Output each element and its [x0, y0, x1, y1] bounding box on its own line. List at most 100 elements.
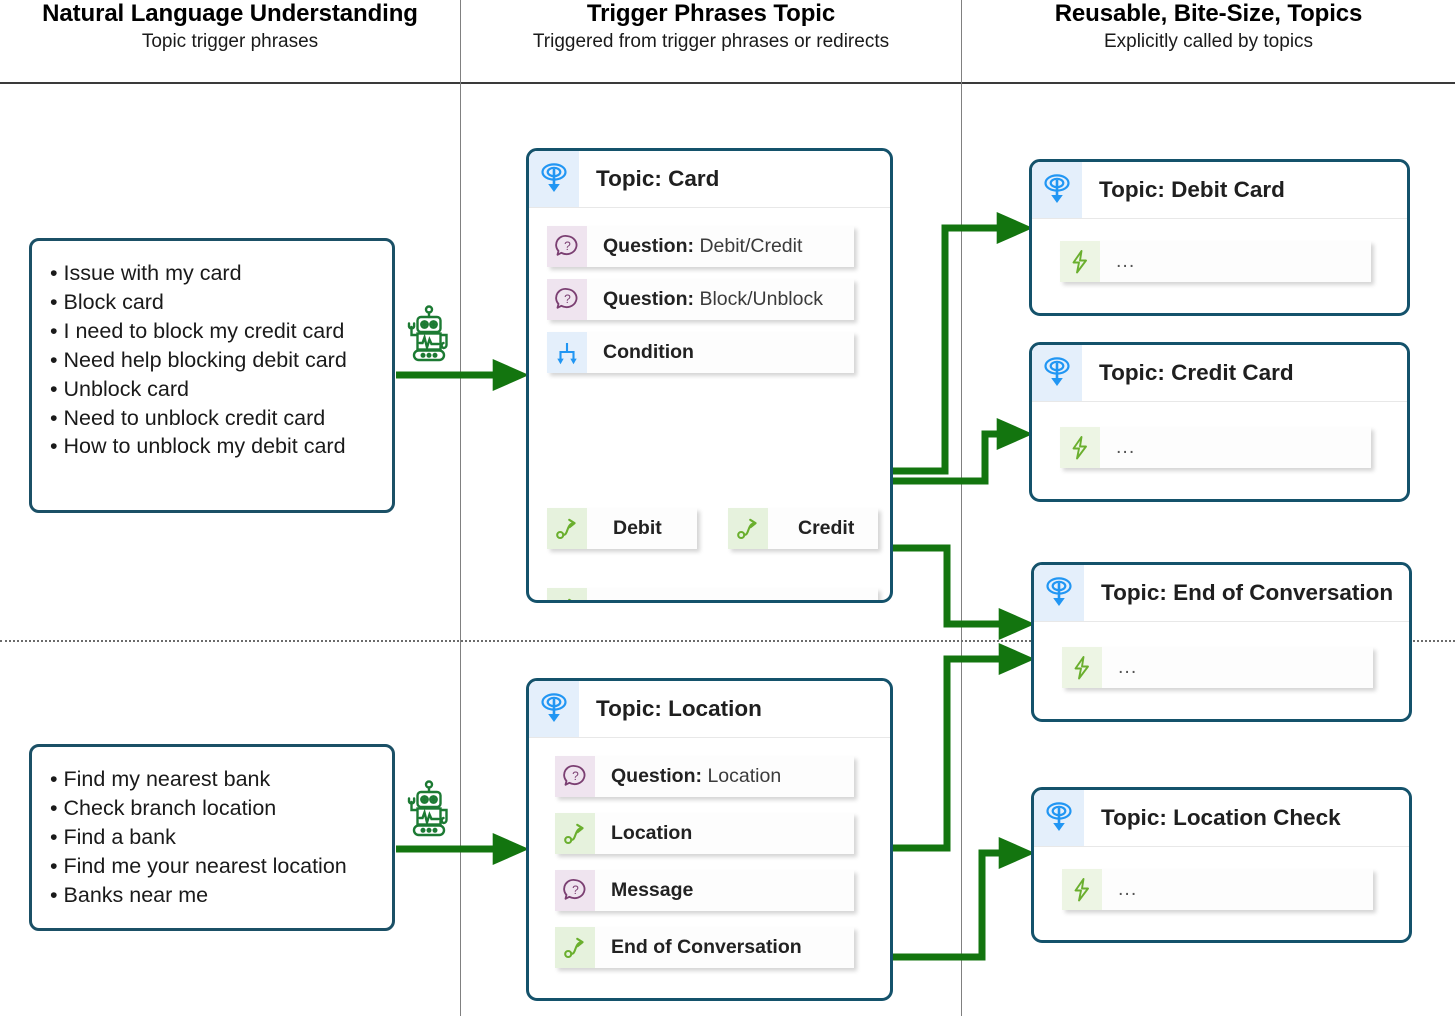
column-title: Natural Language Understanding	[42, 0, 418, 27]
question-bubble-icon: ?	[547, 279, 587, 320]
topic-title: Topic: Credit Card	[1099, 360, 1294, 385]
node-action-label: ...	[1118, 656, 1138, 678]
wire-debit-to-debit-card	[893, 211, 1034, 475]
redirect-arrow-icon	[547, 508, 587, 549]
wire-card-eoc-to-eoc-topic	[876, 544, 1036, 641]
node-question-location[interactable]: ? Question: Location	[555, 756, 854, 797]
question-bubble-icon: ?	[547, 226, 587, 267]
column-title: Trigger Phrases Topic	[586, 0, 836, 27]
column-divider-2	[961, 0, 962, 1016]
node-action[interactable]: ...	[1062, 869, 1373, 910]
topic-body: ? Question: Location Location ? Message …	[529, 738, 890, 984]
node-redirect-end-of-conversation[interactable]: End of Conversation	[547, 588, 878, 600]
topic-icon	[529, 681, 579, 737]
topic-panel-debit-card[interactable]: Topic: Debit Card ...	[1029, 159, 1410, 316]
topic-header: Topic: Location	[529, 681, 890, 738]
phrase-list: Issue with my card Block card I need to …	[50, 259, 376, 461]
node-redirect-end-of-conversation[interactable]: End of Conversation	[555, 927, 854, 968]
node-action[interactable]: ...	[1060, 241, 1371, 282]
topic-body: ? Question: Debit/Credit ? Question: Blo…	[529, 208, 890, 600]
node-kind-label: Condition	[603, 341, 694, 363]
node-message[interactable]: ? Message	[555, 870, 854, 911]
svg-text:?: ?	[564, 292, 571, 306]
redirect-arrow-icon	[555, 927, 595, 968]
question-bubble-icon: ?	[555, 756, 595, 797]
phrase-item: Block card	[50, 288, 376, 317]
wire-credit-to-credit-card	[893, 417, 1034, 485]
action-bolt-icon	[1062, 869, 1102, 910]
action-bolt-icon	[1060, 241, 1100, 282]
node-kind-label: Question	[603, 235, 688, 257]
node-kind-label: Debit	[613, 517, 662, 539]
node-kind-label: Question	[611, 765, 696, 787]
wire-location-to-eoc-topic	[876, 642, 1036, 852]
phrase-item: Check branch location	[50, 794, 376, 823]
topic-panel-credit-card[interactable]: Topic: Credit Card ...	[1029, 342, 1410, 502]
phrase-item: Find a bank	[50, 823, 376, 852]
phrase-item: How to unblock my debit card	[50, 432, 376, 461]
svg-text:?: ?	[564, 239, 571, 253]
column-title: Reusable, Bite-Size, Topics	[1054, 0, 1363, 27]
phrase-item: Banks near me	[50, 881, 376, 910]
node-kind-label: Location	[611, 822, 693, 844]
node-kind-label: End of Conversation	[611, 936, 802, 958]
topic-header: Topic: Debit Card	[1032, 162, 1407, 219]
node-action[interactable]: ...	[1060, 427, 1371, 468]
node-question-block-unblock[interactable]: ? Question: Block/Unblock	[547, 279, 854, 320]
node-redirect-credit[interactable]: Credit	[728, 508, 878, 549]
node-condition[interactable]: Condition	[547, 332, 854, 373]
redirect-arrow-icon	[728, 508, 768, 549]
topic-header: Topic: Location Check	[1034, 790, 1409, 847]
phrase-item: Issue with my card	[50, 259, 376, 288]
topic-title: Topic: End of Conversation	[1101, 580, 1394, 605]
node-redirect-location[interactable]: Location	[555, 813, 854, 854]
node-kind-label: Credit	[798, 517, 855, 539]
question-bubble-icon: ?	[555, 870, 595, 911]
condition-branch-icon	[547, 332, 587, 373]
trigger-phrases-box-location: Find my nearest bank Check branch locati…	[29, 744, 395, 931]
node-question-debit-credit[interactable]: ? Question: Debit/Credit	[547, 226, 854, 267]
topic-title: Topic: Debit Card	[1099, 177, 1285, 202]
topic-title: Topic: Location	[596, 696, 762, 721]
topic-header: Topic: Card	[529, 151, 890, 208]
node-value: Block/Unblock	[699, 288, 823, 310]
topic-body: ...	[1032, 402, 1407, 468]
action-bolt-icon	[1062, 647, 1102, 688]
phrase-list: Find my nearest bank Check branch locati…	[50, 765, 376, 910]
node-action-label: ...	[1116, 436, 1136, 458]
column-subtitle: Explicitly called by topics	[1103, 30, 1314, 52]
redirect-arrow-icon	[547, 588, 587, 600]
node-redirect-debit[interactable]: Debit	[547, 508, 697, 549]
topic-title: Topic: Card	[596, 166, 720, 191]
column-header-reusable-topics: Reusable, Bite-Size, Topics Explicitly c…	[962, 0, 1455, 54]
node-kind-label: Question	[603, 288, 688, 310]
redirect-arrow-icon	[555, 813, 595, 854]
topic-panel-location-check[interactable]: Topic: Location Check ...	[1031, 787, 1412, 943]
topic-body: ...	[1034, 847, 1409, 910]
column-subtitle: Triggered from trigger phrases or redire…	[532, 30, 890, 52]
phrase-item: Unblock card	[50, 375, 376, 404]
bot-robot-icon	[406, 780, 452, 843]
svg-text:?: ?	[572, 883, 579, 897]
trigger-phrases-box-card: Issue with my card Block card I need to …	[29, 238, 395, 513]
topic-panel-end-of-conversation[interactable]: Topic: End of Conversation ...	[1031, 562, 1412, 722]
column-header-nlu: Natural Language Understanding Topic tri…	[0, 0, 460, 54]
svg-text:?: ?	[572, 769, 579, 783]
topic-panel-location[interactable]: Topic: Location ? Question: Location Loc…	[526, 678, 893, 1001]
topic-icon	[1034, 565, 1084, 621]
node-action-label: ...	[1116, 250, 1136, 272]
branch-row: Debit Credit	[547, 508, 878, 549]
node-action[interactable]: ...	[1062, 647, 1373, 688]
topic-icon	[529, 151, 579, 207]
node-action-label: ...	[1118, 878, 1138, 900]
column-headers: Natural Language Understanding Topic tri…	[0, 0, 1455, 82]
topic-panel-card[interactable]: Topic: Card ? Question: Debit/Credit ? Q…	[526, 148, 893, 603]
wire-location-eoc-to-location-check	[876, 836, 1036, 961]
column-divider-1	[460, 0, 461, 1016]
action-bolt-icon	[1060, 427, 1100, 468]
phrase-item: Find my nearest bank	[50, 765, 376, 794]
topic-body: ...	[1034, 622, 1409, 688]
phrase-item: Find me your nearest location	[50, 852, 376, 881]
column-subtitle: Topic trigger phrases	[141, 30, 319, 52]
node-kind-label: Message	[611, 879, 694, 901]
